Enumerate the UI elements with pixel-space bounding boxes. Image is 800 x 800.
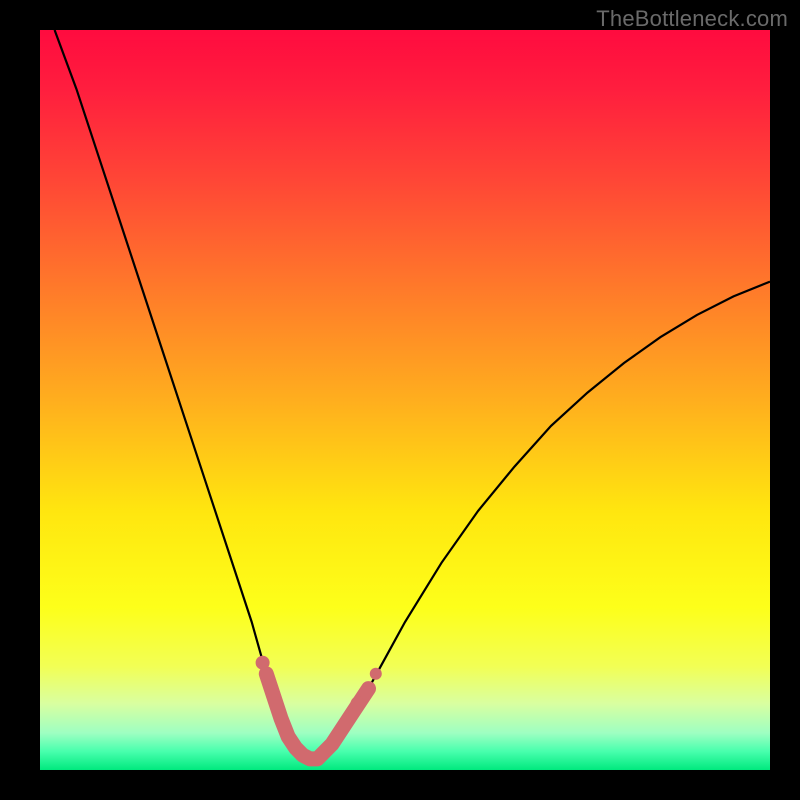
chart-frame: TheBottleneck.com: [0, 0, 800, 800]
marker-dot: [351, 696, 365, 710]
marker-dot: [370, 668, 382, 680]
marker-dot: [359, 686, 371, 698]
bottleneck-chart: [0, 0, 800, 800]
watermark-text: TheBottleneck.com: [596, 6, 788, 32]
marker-dot: [256, 656, 270, 670]
plot-background: [40, 30, 770, 770]
